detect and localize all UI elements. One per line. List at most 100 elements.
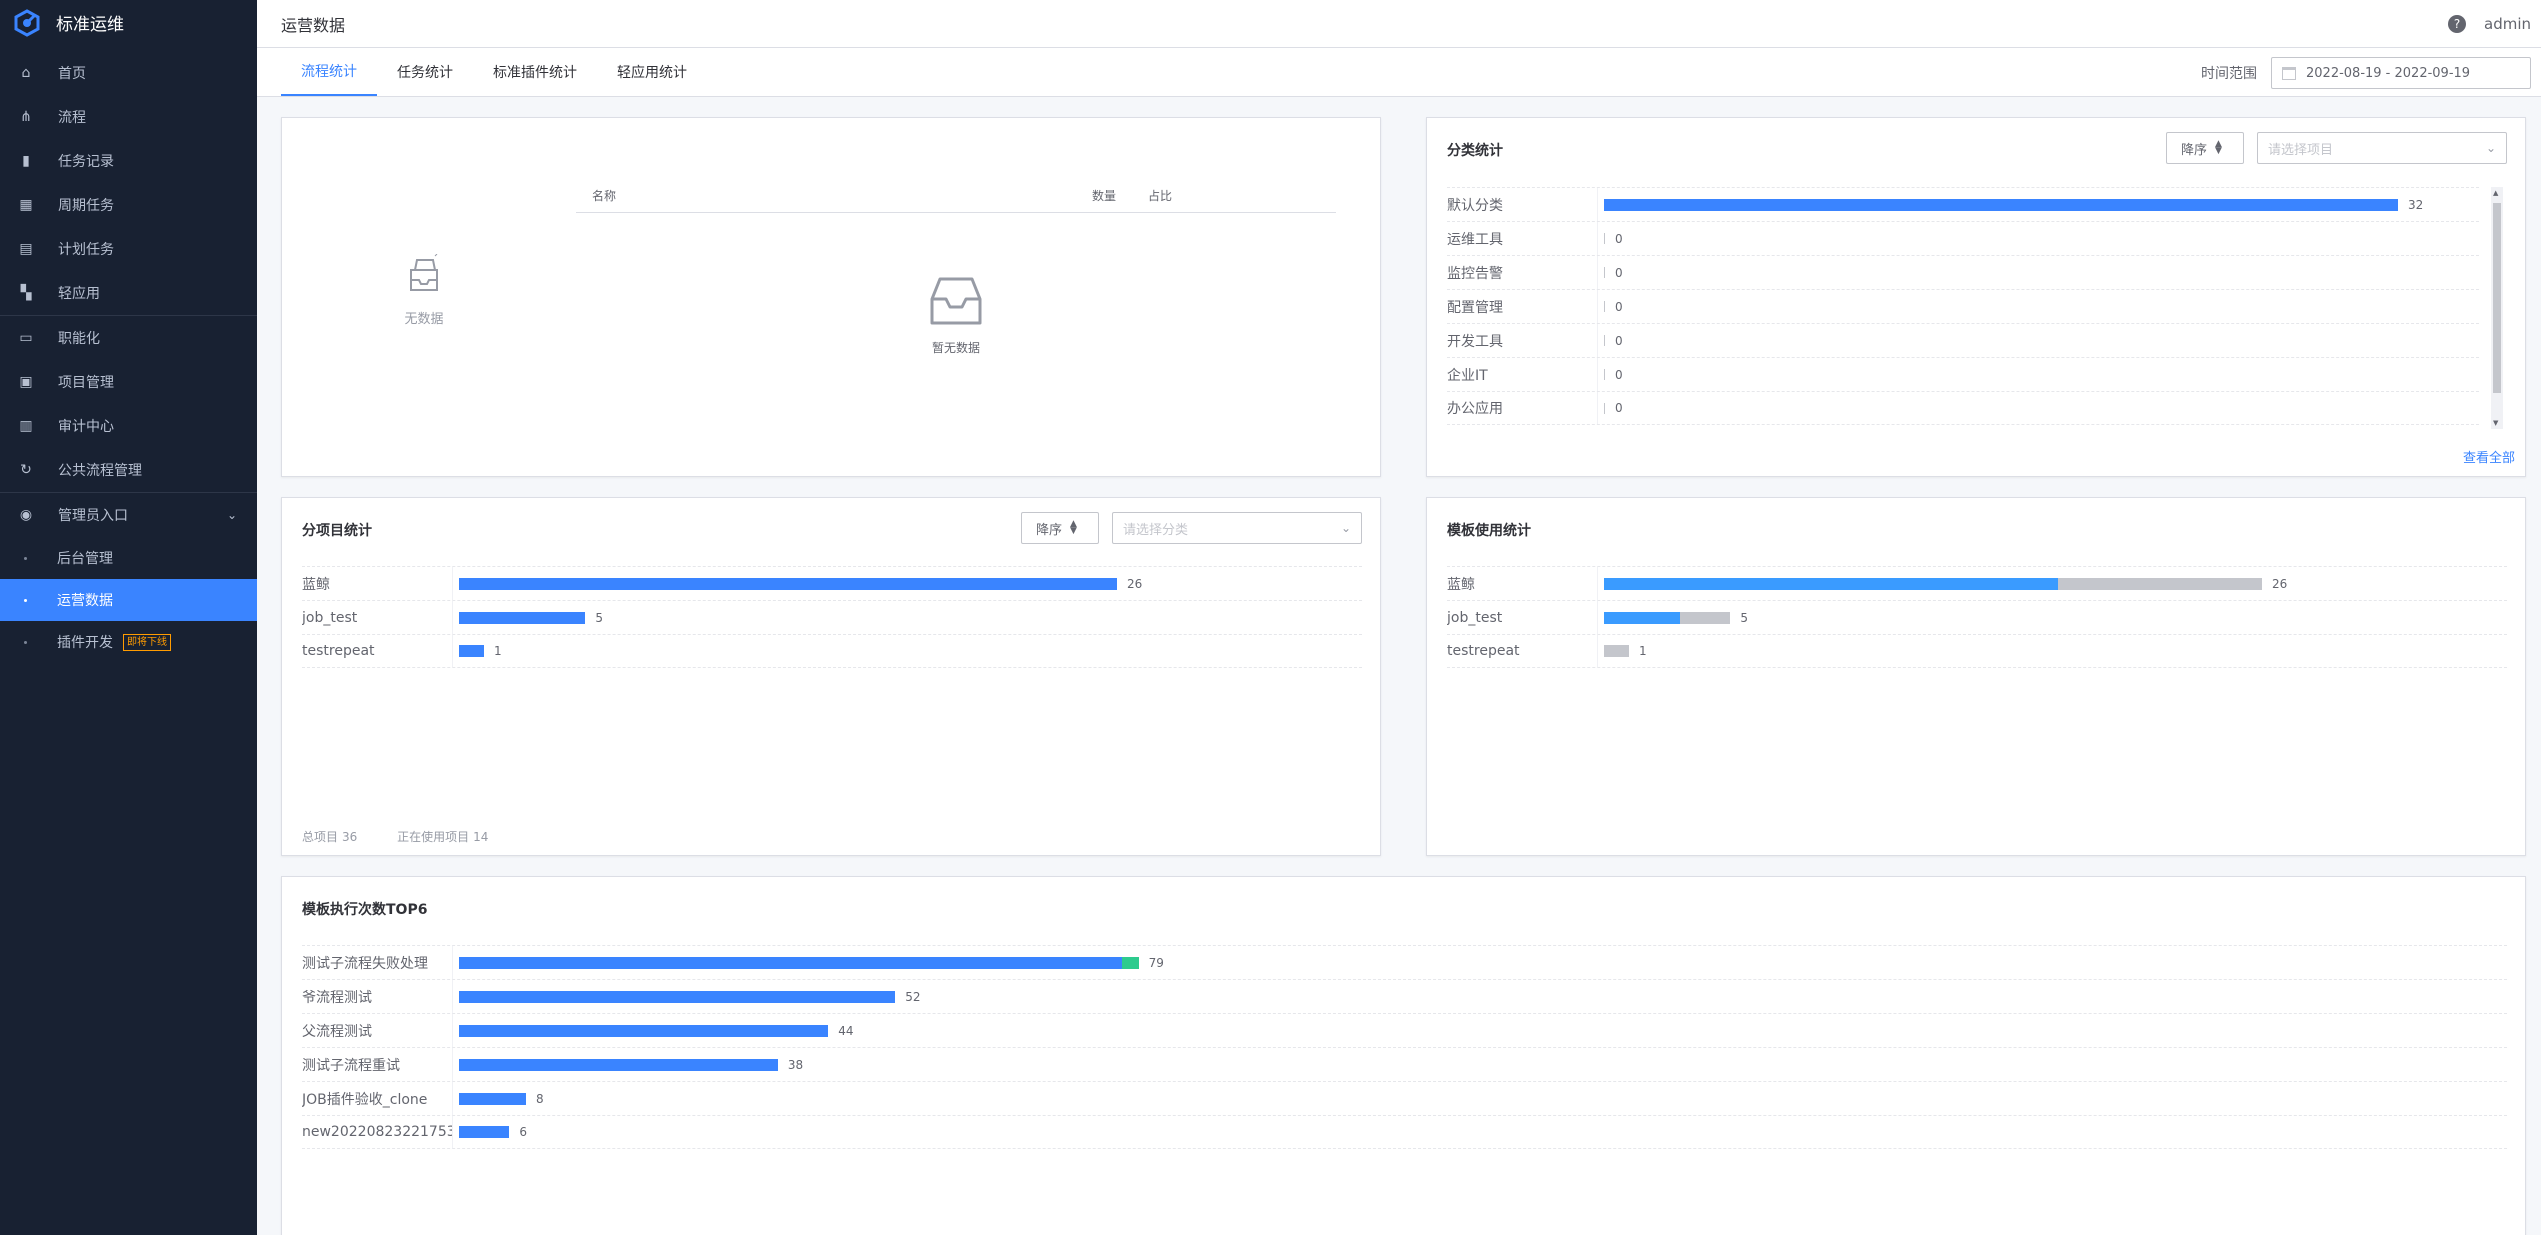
brand[interactable]: 标准运维 [0, 0, 257, 45]
sidebar-item[interactable]: ▚ 轻应用 [0, 271, 257, 315]
chevron-down-icon: ⌄ [2485, 141, 2496, 155]
user-menu[interactable]: admin [2484, 15, 2531, 33]
sidebar-subitem[interactable]: 后台管理 [0, 537, 257, 579]
stat-row: 配置管理 0 [1447, 289, 2479, 323]
bullet-icon [24, 598, 27, 602]
row-label: job_test [1447, 609, 1503, 626]
category-rows: 默认分类 32 运维工具 0 监控告警 0 配置管理 0 开发工具 0 企业IT 0 办公应用 0 [1447, 187, 2479, 425]
view-all-link[interactable]: 查看全部 [2463, 447, 2515, 466]
template-panel-title: 模板使用统计 [1447, 523, 1531, 539]
sidebar-item[interactable]: ↻ 公共流程管理 [0, 448, 257, 492]
template-rows: 蓝鲸 26 job_test 5 testrepeat 1 [1447, 566, 2507, 668]
stat-row: 办公应用 0 [1447, 391, 2479, 425]
stat-row: new20220823221753 6 [302, 1115, 2507, 1149]
sidebar-item[interactable]: ▮ 任务记录 [0, 139, 257, 183]
sidebar-item[interactable]: ▣ 项目管理 [0, 360, 257, 404]
bar-unused [1679, 611, 1731, 624]
scroll-down-icon[interactable]: ▼ [2493, 419, 2498, 427]
row-label: 蓝鲸 [1447, 576, 1475, 593]
calendar-icon: ▦ [19, 197, 33, 213]
row-label: 开发工具 [1447, 333, 1503, 350]
tab[interactable]: 标准插件统计 [473, 48, 597, 96]
bar-value: 0 [1615, 299, 1623, 314]
sidebar-subitem[interactable]: 运营数据 [0, 579, 257, 621]
row-label: testrepeat [302, 643, 375, 659]
sidebar-item[interactable]: ▥ 审计中心 [0, 404, 257, 448]
sort-label: 降序 [1036, 522, 1063, 538]
bar-value: 0 [1615, 231, 1623, 246]
scrollbar[interactable]: ▲ ▼ [2491, 187, 2503, 429]
sidebar-item[interactable]: ▤ 计划任务 [0, 227, 257, 271]
total-projects-label: 总项目 [302, 830, 339, 844]
bar-track: 5 [453, 601, 1362, 634]
bar-track: 6 [453, 1116, 2507, 1148]
row-label: 蓝鲸 [302, 576, 330, 593]
table-empty: 暂无数据 [576, 213, 1336, 356]
bar-unused [2058, 577, 2262, 590]
sidebar-subitem[interactable]: 插件开发 即将下线 [0, 621, 257, 663]
sidebar-item-label: 审计中心 [58, 419, 114, 435]
project-select[interactable]: 请选择项目 ⌄ [2257, 132, 2507, 164]
stat-row: 测试子流程失败处理 79 [302, 945, 2507, 979]
project-panel-title: 分项目统计 [302, 523, 372, 539]
stat-row: job_test 5 [302, 600, 1362, 634]
scroll-up-icon[interactable]: ▲ [2493, 189, 2498, 197]
sidebar-item[interactable]: ⌂ 首页 [0, 51, 257, 95]
project-stats-panel: 分项目统计 降序 ▲ ▼ 请选择分类 ⌄ 蓝鲸 26 job_test 5 testrep… [281, 497, 1381, 856]
sidebar-item-label: 项目管理 [58, 375, 114, 391]
sidebar-group-label: 管理员入口 [58, 508, 128, 524]
bar [1604, 198, 2398, 211]
bar-track: 0 [1598, 222, 2479, 255]
bar-track: 44 [453, 1014, 2507, 1047]
sidebar-item[interactable]: ▦ 周期任务 [0, 183, 257, 227]
sidebar-item-label: 任务记录 [58, 154, 114, 170]
stat-row: 爷流程测试 52 [302, 979, 2507, 1013]
briefcase-icon: ▣ [19, 374, 33, 390]
sidebar-item[interactable]: ▭ 职能化 [0, 316, 257, 360]
bar-track: 0 [1598, 256, 2479, 289]
bar-value: 8 [535, 1091, 544, 1106]
bar-value: 26 [1127, 576, 1143, 591]
question-icon[interactable]: ? [2448, 14, 2466, 33]
bar-track: 1 [453, 635, 1362, 667]
row-label: new20220823221753 [302, 1124, 452, 1140]
row-label: job_test [302, 609, 358, 626]
zero-bar [1604, 369, 1605, 380]
zero-bar [1604, 267, 1605, 278]
bar-used [1604, 577, 2059, 590]
sort-button[interactable]: 降序 ▲ ▼ [1021, 512, 1099, 544]
sidebar-subitem-label: 后台管理 [57, 551, 113, 567]
flow-stats-panel: 无数据 名称 数量 占比 暂无数据 [281, 117, 1381, 477]
tab[interactable]: 流程统计 [281, 48, 377, 96]
column-name: 名称 [592, 189, 617, 203]
bar-value: 44 [838, 1023, 854, 1038]
apps-icon: ▚ [20, 285, 32, 301]
category-select-placeholder: 请选择分类 [1123, 522, 1189, 538]
project-rows: 蓝鲸 26 job_test 5 testrepeat 1 [302, 566, 1362, 668]
category-select[interactable]: 请选择分类 ⌄ [1112, 512, 1362, 544]
empty-box-icon [410, 253, 438, 291]
sort-button[interactable]: 降序 ▲ ▼ [2166, 132, 2244, 164]
bar-track: 32 [1598, 188, 2479, 221]
sidebar-nav: ⌂ 首页 ⋔ 流程 ▮ 任务记录 ▦ 周期任务 ▤ 计划任务 ▚ 轻应用 ▭ 职能化 ▣ 项目管理 ▥ 审计中心 ↻… [0, 45, 257, 663]
tab[interactable]: 任务统计 [377, 48, 473, 96]
time-range: 时间范围 2022-08-19 - 2022-09-19 [2201, 57, 2531, 89]
bar-track: 0 [1598, 290, 2479, 323]
bar-track: 26 [1598, 567, 2507, 600]
sidebar-item[interactable]: ⋔ 流程 [0, 95, 257, 139]
bar [459, 1092, 526, 1105]
bookmark-icon: ▮ [22, 153, 30, 169]
tabs: 流程统计 任务统计 标准插件统计 轻应用统计 [281, 48, 707, 96]
sidebar-group-admin[interactable]: ◉ 管理员入口 ⌄ [0, 493, 257, 537]
home-icon: ⌂ [21, 65, 31, 81]
sidebar-item-label: 轻应用 [58, 286, 100, 302]
date-range-picker[interactable]: 2022-08-19 - 2022-09-19 [2271, 57, 2531, 89]
stat-row: 测试子流程重试 38 [302, 1047, 2507, 1081]
row-label: 办公应用 [1447, 401, 1503, 417]
pie-table: 名称 数量 占比 暂无数据 [576, 179, 1336, 356]
tab[interactable]: 轻应用统计 [597, 48, 707, 96]
row-label: 企业IT [1447, 367, 1488, 384]
top6-panel-title: 模板执行次数TOP6 [302, 902, 428, 918]
deprecation-badge: 即将下线 [123, 633, 171, 651]
scrollbar-thumb[interactable] [2493, 203, 2501, 393]
